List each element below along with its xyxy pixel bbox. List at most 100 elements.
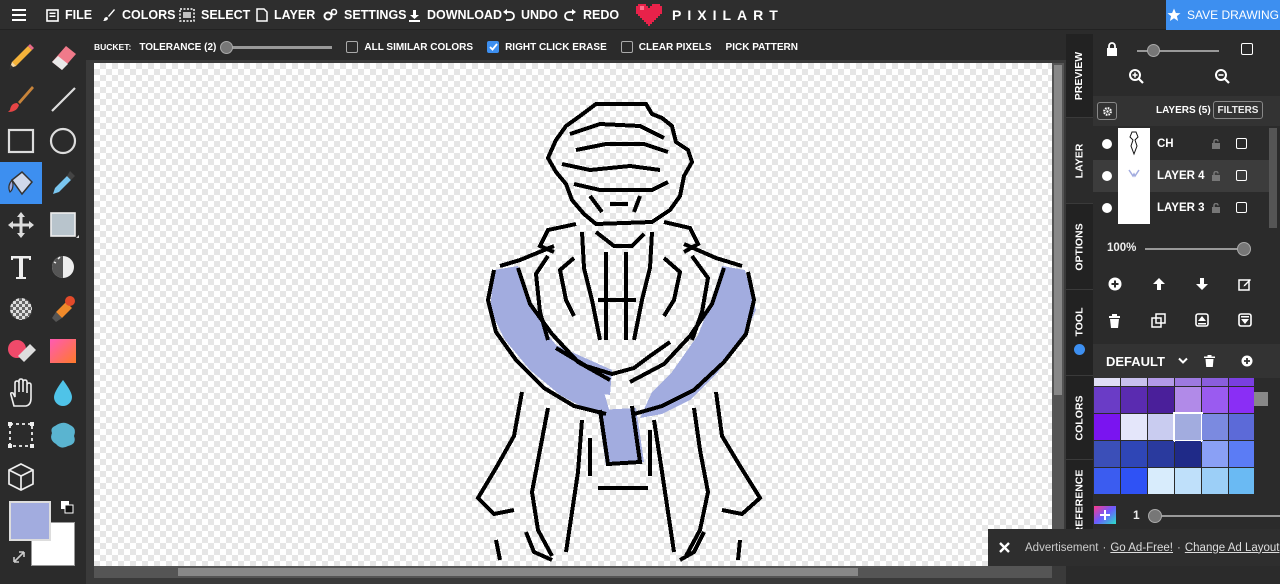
palette-swatch[interactable] xyxy=(1148,378,1174,386)
palette-swatch[interactable] xyxy=(1202,468,1228,494)
preview-zoom-knob[interactable] xyxy=(1147,44,1160,57)
palette-swatch[interactable] xyxy=(1094,378,1120,386)
brush-tool[interactable] xyxy=(0,78,42,120)
close-icon[interactable] xyxy=(999,542,1010,553)
hamburger-menu-button[interactable] xyxy=(12,0,26,30)
layer-opacity-knob[interactable] xyxy=(1237,242,1251,256)
delete-layer-icon[interactable] xyxy=(1108,314,1121,328)
zoom-in-icon[interactable] xyxy=(1129,69,1144,84)
go-ad-free-link[interactable]: Go Ad-Free! xyxy=(1110,542,1173,554)
palette-swatch[interactable] xyxy=(1202,387,1228,413)
tab-reference[interactable]: REFERENCE xyxy=(1066,460,1093,534)
water-drop-tool[interactable] xyxy=(42,372,84,414)
clear-pixels-checkbox[interactable] xyxy=(620,41,633,53)
gradient-tool[interactable] xyxy=(42,330,84,372)
layer-select-checkbox[interactable] xyxy=(1236,202,1247,213)
duplicate-layer-icon[interactable] xyxy=(1151,313,1166,328)
palette-swatch[interactable] xyxy=(1094,441,1120,467)
color-picker-icon[interactable] xyxy=(1094,506,1116,524)
vertical-scroll-thumb[interactable] xyxy=(1054,65,1062,395)
menu-colors[interactable]: COLORS xyxy=(102,0,175,30)
lock-icon[interactable] xyxy=(1106,42,1118,56)
dither-tool[interactable] xyxy=(42,246,84,288)
tab-preview[interactable]: PREVIEW xyxy=(1066,34,1093,118)
pixilart-logo[interactable]: PIXILART xyxy=(636,0,784,30)
all-similar-colors-option[interactable]: ALL SIMILAR COLORS xyxy=(346,41,473,53)
preview-toggle-checkbox[interactable] xyxy=(1241,43,1253,55)
reset-colors-icon[interactable] xyxy=(12,550,26,564)
edit-layer-icon[interactable] xyxy=(1238,277,1252,291)
palette-swatch[interactable] xyxy=(1229,414,1254,440)
palette-swatch[interactable] xyxy=(1229,441,1254,467)
palette-swatch[interactable] xyxy=(1229,468,1254,494)
layer-select-checkbox[interactable] xyxy=(1236,170,1247,181)
palette-swatch[interactable] xyxy=(1121,378,1147,386)
fill-rectangle-tool[interactable] xyxy=(42,204,84,246)
preview-zoom-slider[interactable] xyxy=(1137,44,1219,57)
add-layer-icon[interactable] xyxy=(1108,277,1122,291)
palette-swatch[interactable] xyxy=(1148,414,1174,440)
clear-pixels-option[interactable]: CLEAR PIXELS xyxy=(620,41,712,53)
pencil-tool[interactable] xyxy=(0,36,42,78)
palette-swatch[interactable] xyxy=(1094,468,1120,494)
palette-name[interactable]: DEFAULT xyxy=(1106,354,1165,369)
layer-row-ch[interactable]: CH xyxy=(1093,128,1269,160)
right-click-erase-option[interactable]: RIGHT CLICK ERASE xyxy=(487,41,607,53)
layer-visibility-toggle[interactable] xyxy=(1102,171,1112,181)
menu-undo[interactable]: UNDO xyxy=(502,0,558,30)
menu-settings[interactable]: SETTINGS xyxy=(323,0,407,30)
text-tool[interactable] xyxy=(0,246,42,288)
palette-swatch[interactable] xyxy=(1094,414,1120,440)
brush-size-knob[interactable] xyxy=(1148,509,1162,523)
palette-swatch[interactable] xyxy=(1148,387,1174,413)
layer-lock-icon[interactable] xyxy=(1211,139,1221,149)
tab-colors[interactable]: COLORS xyxy=(1066,376,1093,460)
eyedropper-tool[interactable] xyxy=(42,162,84,204)
layers-scrollbar[interactable] xyxy=(1269,128,1277,228)
selection-tool[interactable] xyxy=(0,414,42,456)
merge-down-icon[interactable] xyxy=(1238,313,1252,327)
right-click-erase-checkbox[interactable] xyxy=(487,41,500,53)
layer-visibility-toggle[interactable] xyxy=(1102,139,1112,149)
layer-visibility-toggle[interactable] xyxy=(1102,203,1112,213)
palette-swatch[interactable] xyxy=(1229,378,1254,386)
menu-download[interactable]: DOWNLOAD xyxy=(408,0,502,30)
move-layer-down-icon[interactable] xyxy=(1195,277,1209,291)
hand-tool[interactable] xyxy=(0,372,42,414)
tab-tool[interactable]: TOOL xyxy=(1066,290,1093,376)
palette-swatch[interactable] xyxy=(1148,441,1174,467)
merge-up-icon[interactable] xyxy=(1195,313,1209,327)
palette-swatch[interactable] xyxy=(1121,387,1147,413)
move-layer-up-icon[interactable] xyxy=(1152,277,1166,291)
brush-size-slider[interactable] xyxy=(1148,509,1280,523)
palette-swatch[interactable] xyxy=(1202,441,1228,467)
tolerance-slider[interactable] xyxy=(220,40,333,54)
palette-swatch[interactable] xyxy=(1121,414,1147,440)
menu-select[interactable]: SELECT xyxy=(179,0,250,30)
layer-row-layer-4[interactable]: LAYER 4 xyxy=(1093,160,1269,192)
palette-swatch[interactable] xyxy=(1094,387,1120,413)
pattern-tool[interactable] xyxy=(0,288,42,330)
swap-colors-icon[interactable] xyxy=(60,500,74,514)
menu-layer[interactable]: LAYER xyxy=(256,0,315,30)
palette-swatch[interactable] xyxy=(1148,468,1174,494)
palette-swatch[interactable] xyxy=(1121,468,1147,494)
all-similar-colors-checkbox[interactable] xyxy=(346,41,359,53)
chevron-down-icon[interactable] xyxy=(1178,357,1188,365)
palette-swatch[interactable] xyxy=(1121,441,1147,467)
change-ad-layout-link[interactable]: Change Ad Layout xyxy=(1185,542,1280,554)
tolerance-slider-knob[interactable] xyxy=(220,40,234,54)
circle-tool[interactable] xyxy=(42,120,84,162)
palette-swatch[interactable] xyxy=(1175,378,1201,386)
bucket-tool[interactable] xyxy=(0,162,42,204)
add-palette-icon[interactable] xyxy=(1241,355,1253,367)
palette-swatch[interactable] xyxy=(1175,468,1201,494)
primary-color-swatch[interactable] xyxy=(9,501,51,541)
move-tool[interactable] xyxy=(0,204,42,246)
layer-row-layer-3[interactable]: LAYER 3 xyxy=(1093,192,1269,224)
magic-fill-tool[interactable] xyxy=(42,414,84,456)
line-tool[interactable] xyxy=(42,78,84,120)
rectangle-tool[interactable] xyxy=(0,120,42,162)
delete-palette-icon[interactable] xyxy=(1204,355,1215,367)
layer-lock-icon[interactable] xyxy=(1211,171,1221,181)
